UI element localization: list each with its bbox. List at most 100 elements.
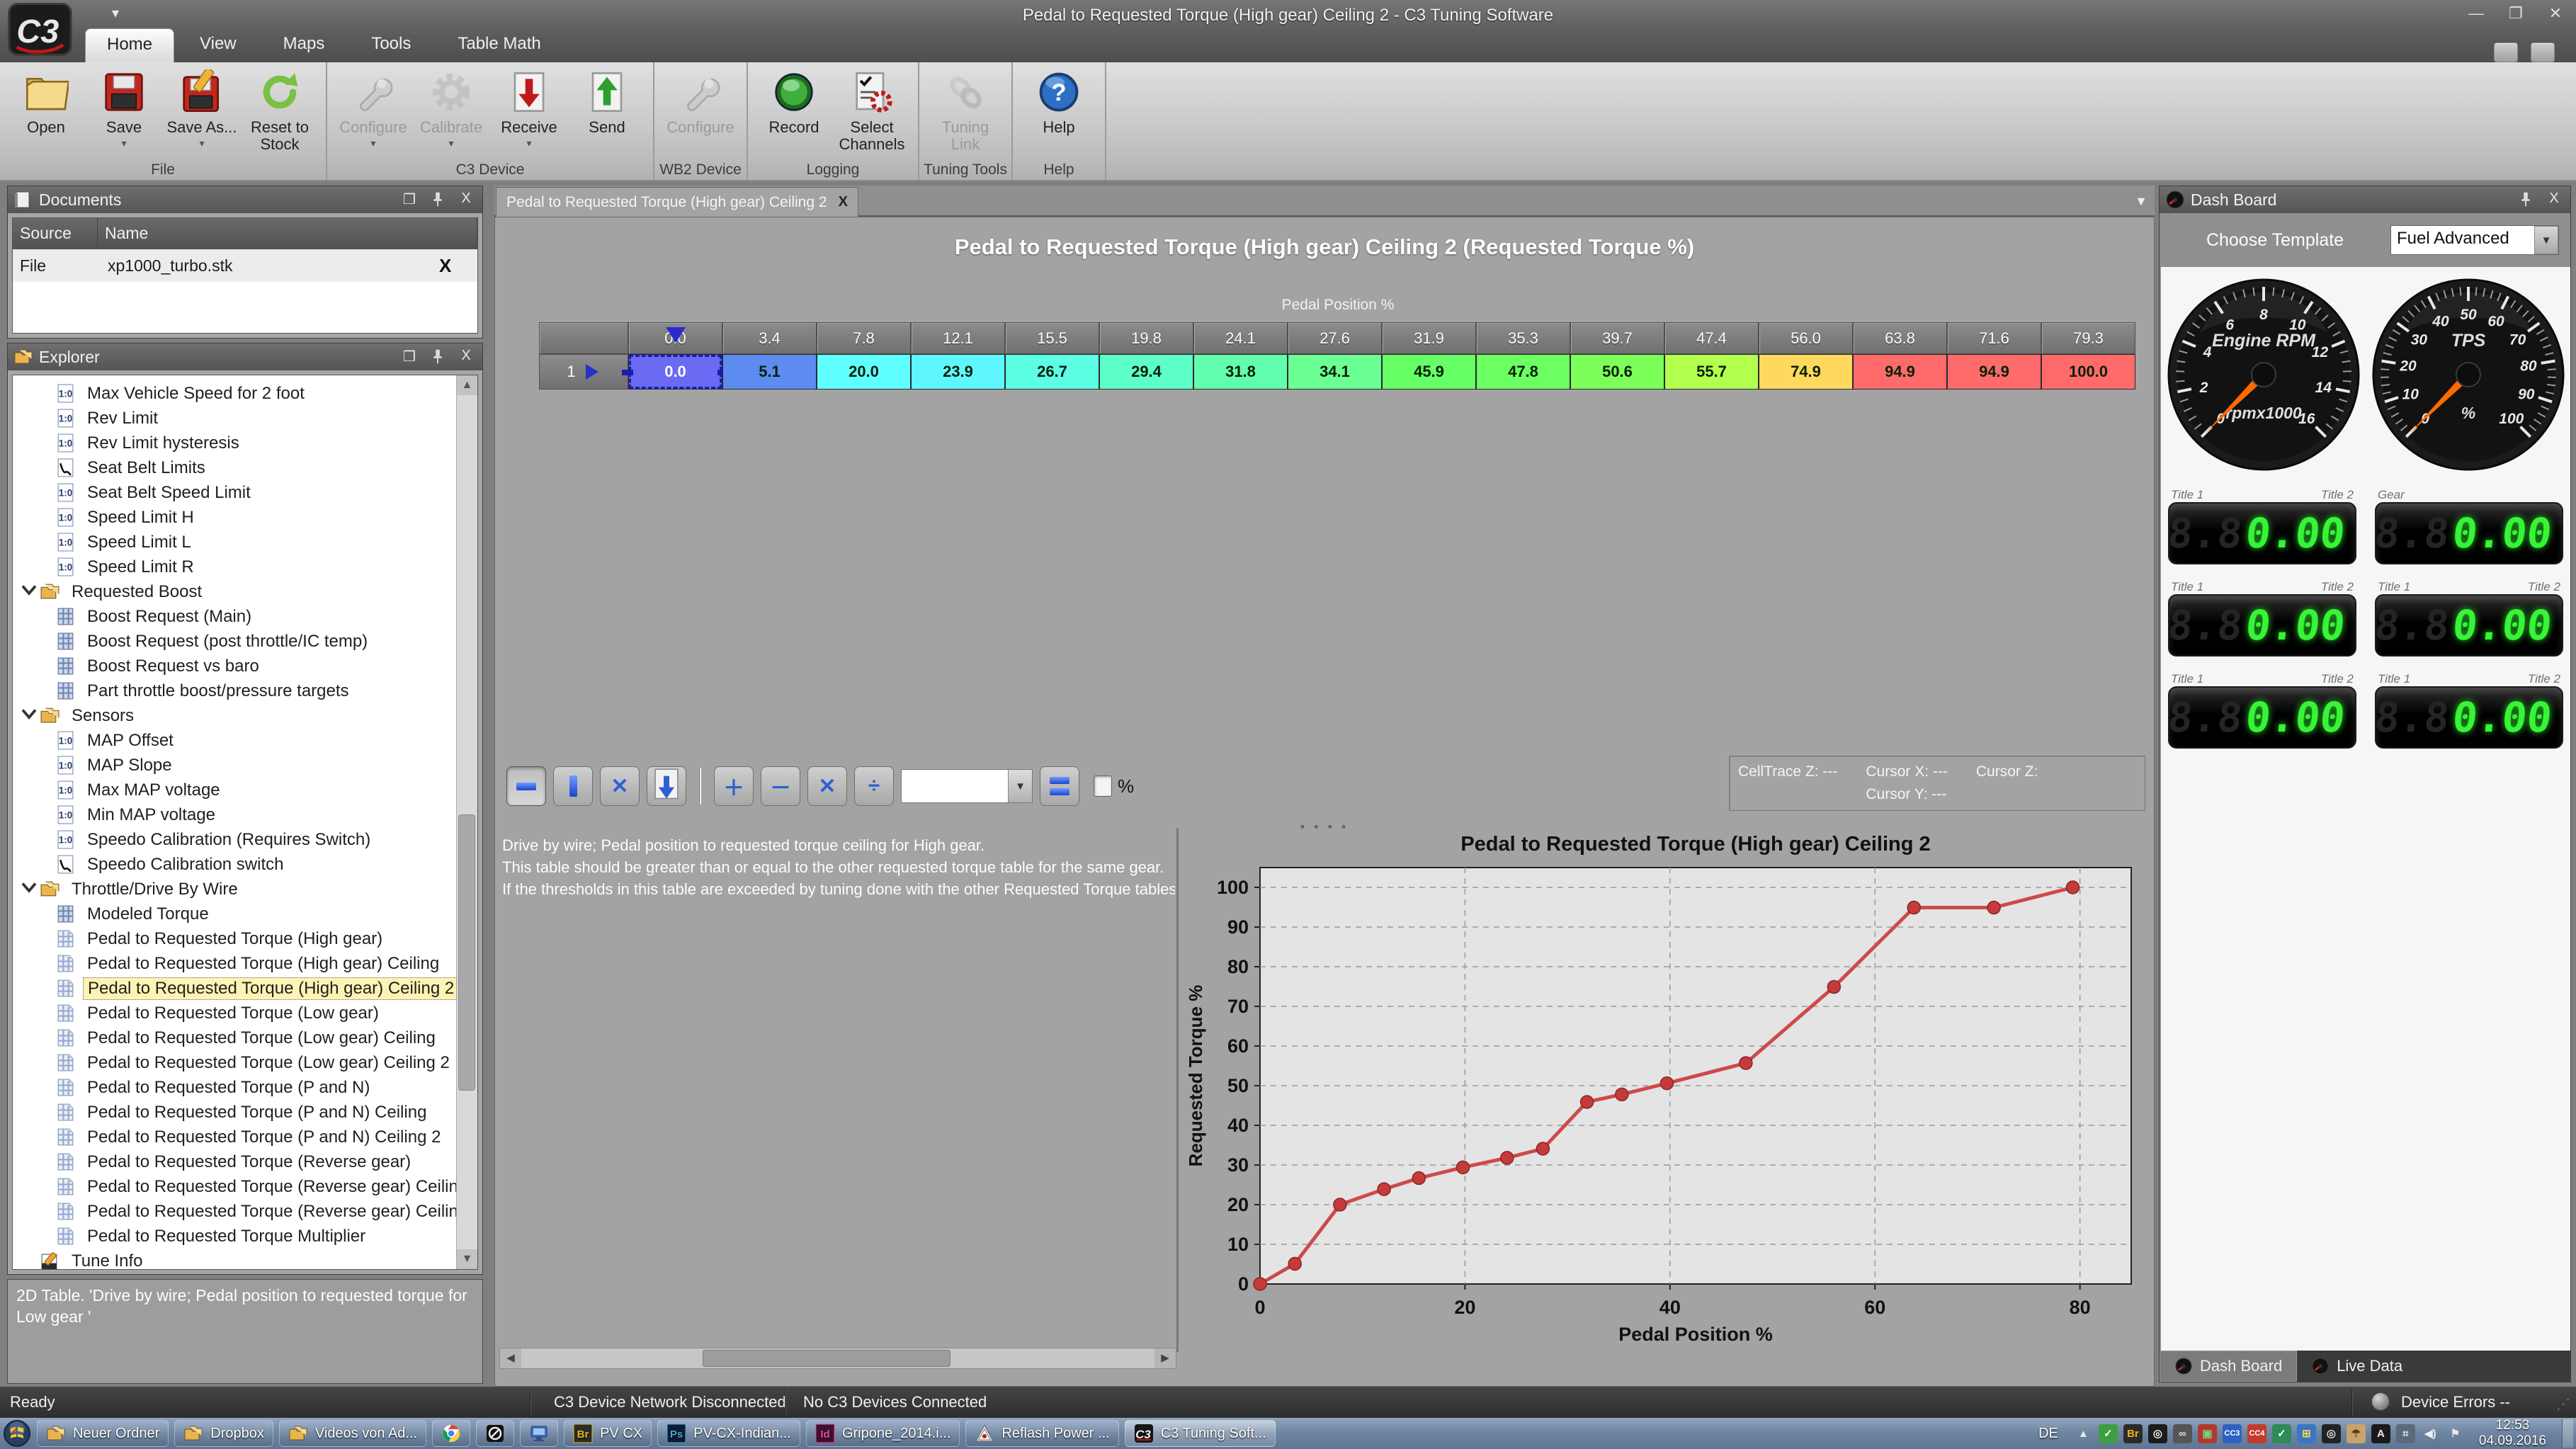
configure-button[interactable]: Configure▾ bbox=[334, 67, 412, 149]
tree-item[interactable]: Boost Request vs baro bbox=[13, 654, 456, 678]
taskbar-button[interactable] bbox=[520, 1420, 558, 1447]
close-document-icon[interactable]: X bbox=[439, 255, 477, 277]
tree-item[interactable]: 1:0MAP Slope bbox=[13, 753, 456, 778]
menu-tab-table-math[interactable]: Table Math bbox=[436, 28, 562, 62]
horizontal-scrollbar[interactable]: ◀ ▶ bbox=[499, 1348, 1176, 1369]
scroll-up-icon[interactable]: ▲ bbox=[457, 375, 477, 395]
tree-item[interactable]: Pedal to Requested Torque Multiplier bbox=[13, 1224, 456, 1249]
column-header[interactable]: 27.6 bbox=[1288, 322, 1382, 354]
column-header[interactable]: 31.9 bbox=[1382, 322, 1476, 354]
tray-icon-12[interactable]: A bbox=[2371, 1424, 2390, 1443]
tree-item[interactable]: Requested Boost bbox=[13, 579, 456, 604]
fill-vertical-button[interactable] bbox=[553, 766, 593, 806]
tray-icon-10[interactable]: ◎ bbox=[2322, 1424, 2341, 1443]
subtract-button[interactable]: － bbox=[761, 766, 800, 806]
show-desktop-button[interactable] bbox=[2562, 1419, 2573, 1448]
pin-panel-icon[interactable] bbox=[427, 191, 448, 209]
tree-item[interactable]: 1:0MAP Offset bbox=[13, 728, 456, 753]
reset-to-stock-button[interactable]: Reset to Stock bbox=[241, 67, 319, 153]
table-cell[interactable]: 50.6 bbox=[1570, 354, 1664, 390]
tree-item[interactable]: Modeled Torque bbox=[13, 902, 456, 926]
add-button[interactable]: ＋ bbox=[714, 766, 754, 806]
close-panel-icon[interactable]: X bbox=[455, 348, 477, 366]
dashboard-tab-live-data[interactable]: Live Data bbox=[2297, 1351, 2417, 1382]
column-header[interactable]: 56.0 bbox=[1759, 322, 1853, 354]
maximize-button[interactable]: ❐ bbox=[2505, 4, 2526, 23]
tree-item[interactable]: Part throttle boost/pressure targets bbox=[13, 678, 456, 703]
column-header[interactable]: 24.1 bbox=[1193, 322, 1288, 354]
send-button[interactable]: Send bbox=[568, 67, 646, 136]
tree-item[interactable]: 1:0Speed Limit L bbox=[13, 530, 456, 555]
tray-icon-14[interactable]: ◀) bbox=[2421, 1424, 2440, 1443]
tree-item[interactable]: Pedal to Requested Torque (P and N) Ceil… bbox=[13, 1100, 456, 1125]
menu-tab-maps[interactable]: Maps bbox=[262, 28, 346, 62]
set-equal-button[interactable] bbox=[1040, 766, 1079, 806]
documents-col-source[interactable]: Source bbox=[13, 218, 98, 249]
help-button[interactable]: ?Help bbox=[1020, 67, 1098, 136]
tree-item[interactable]: Pedal to Requested Torque (Low gear) bbox=[13, 1001, 456, 1025]
tray-icon-5[interactable]: ▣ bbox=[2198, 1424, 2217, 1443]
scroll-down-icon[interactable]: ▼ bbox=[457, 1249, 477, 1269]
tree-item[interactable]: 1:0Rev Limit hysteresis bbox=[13, 431, 456, 455]
chevron-down-icon[interactable]: ▼ bbox=[2534, 226, 2558, 254]
language-indicator[interactable]: DE bbox=[2031, 1426, 2065, 1442]
table-cell[interactable]: 100.0 bbox=[2041, 354, 2135, 390]
tray-icon-3[interactable]: ◎ bbox=[2148, 1424, 2167, 1443]
tree-item[interactable]: Pedal to Requested Torque (Low gear) Cei… bbox=[13, 1050, 456, 1075]
chevron-expanded-icon[interactable] bbox=[18, 703, 40, 729]
tray-icon-2[interactable]: Br bbox=[2123, 1424, 2143, 1443]
column-header[interactable]: 63.8 bbox=[1853, 322, 1947, 354]
taskbar-button-pv-cx[interactable]: BrPV CX bbox=[564, 1420, 652, 1447]
table-cell[interactable]: 55.7 bbox=[1664, 354, 1759, 390]
divide-button[interactable]: ÷ bbox=[854, 766, 894, 806]
window-layout-icon[interactable] bbox=[2531, 42, 2555, 62]
tray-icon-0[interactable]: ▲ bbox=[2074, 1424, 2093, 1443]
tree-item[interactable]: 1:0Min MAP voltage bbox=[13, 802, 456, 827]
table-cell[interactable]: 74.9 bbox=[1759, 354, 1853, 390]
column-header[interactable]: 39.7 bbox=[1570, 322, 1664, 354]
tree-item[interactable]: Pedal to Requested Torque (Reverse gear)… bbox=[13, 1199, 456, 1224]
pin-panel-icon[interactable] bbox=[427, 348, 448, 366]
scrollbar-thumb[interactable] bbox=[458, 814, 475, 1091]
value-input-text[interactable] bbox=[902, 770, 1008, 802]
value-input[interactable]: ▼ bbox=[901, 769, 1033, 803]
column-header[interactable]: 35.3 bbox=[1476, 322, 1570, 354]
column-header[interactable]: 3.4 bbox=[722, 322, 817, 354]
resize-grip[interactable]: ⋰ bbox=[2556, 1395, 2572, 1413]
table-cell[interactable]: 20.0 bbox=[817, 354, 911, 390]
tree-item[interactable]: 1:0Max MAP voltage bbox=[13, 778, 456, 802]
table-cell[interactable]: 5.1 bbox=[722, 354, 817, 390]
dashboard-tab-dash-board[interactable]: Dash Board bbox=[2160, 1351, 2297, 1382]
taskbar-button[interactable] bbox=[476, 1420, 514, 1447]
column-header[interactable]: 19.8 bbox=[1099, 322, 1193, 354]
chevron-down-icon[interactable]: ▾ bbox=[526, 137, 531, 149]
close-tab-icon[interactable]: X bbox=[839, 194, 848, 210]
float-panel-icon[interactable]: ❒ bbox=[399, 348, 420, 366]
tree-item[interactable]: Pedal to Requested Torque (Low gear) Cei… bbox=[13, 1025, 456, 1050]
receive-button[interactable]: Receive▾ bbox=[490, 67, 568, 149]
start-button[interactable] bbox=[3, 1419, 31, 1448]
taskbar-button-reflash-power-[interactable]: Reflash Power ... bbox=[965, 1420, 1118, 1447]
table-cell[interactable]: 26.7 bbox=[1005, 354, 1099, 390]
percent-checkbox[interactable] bbox=[1094, 775, 1112, 797]
explorer-scrollbar[interactable]: ▲ ▼ bbox=[456, 375, 477, 1269]
chevron-down-icon[interactable]: ▼ bbox=[1008, 770, 1032, 802]
column-header[interactable]: 12.1 bbox=[911, 322, 1005, 354]
tree-item[interactable]: 1:0Rev Limit bbox=[13, 406, 456, 431]
tray-icon-9[interactable]: ⊞ bbox=[2297, 1424, 2316, 1443]
table-cell[interactable]: 47.8 bbox=[1476, 354, 1570, 390]
tree-item[interactable]: 1:0Speed Limit R bbox=[13, 555, 456, 579]
table-cell[interactable]: 94.9 bbox=[1947, 354, 2041, 390]
splitter-handle[interactable]: ▪ ▪ ▪ ▪ bbox=[495, 818, 2154, 826]
tray-icon-4[interactable]: ∞ bbox=[2173, 1424, 2192, 1443]
column-header[interactable]: 79.3 bbox=[2041, 322, 2135, 354]
tree-item[interactable]: Throttle/Drive By Wire bbox=[13, 877, 456, 902]
tree-item[interactable]: Pedal to Requested Torque (P and N) bbox=[13, 1075, 456, 1100]
table-cell[interactable]: 0.0 bbox=[628, 354, 722, 390]
tray-icon-6[interactable]: CC3 bbox=[2223, 1424, 2242, 1443]
taskbar-button-gripone-2014-i-[interactable]: IdGripone_2014.i... bbox=[806, 1420, 960, 1447]
configure-button[interactable]: Configure bbox=[662, 67, 739, 136]
chevron-down-icon[interactable]: ▾ bbox=[370, 137, 375, 149]
scrollbar-thumb[interactable] bbox=[703, 1350, 951, 1367]
minimize-button[interactable]: — bbox=[2466, 4, 2487, 23]
